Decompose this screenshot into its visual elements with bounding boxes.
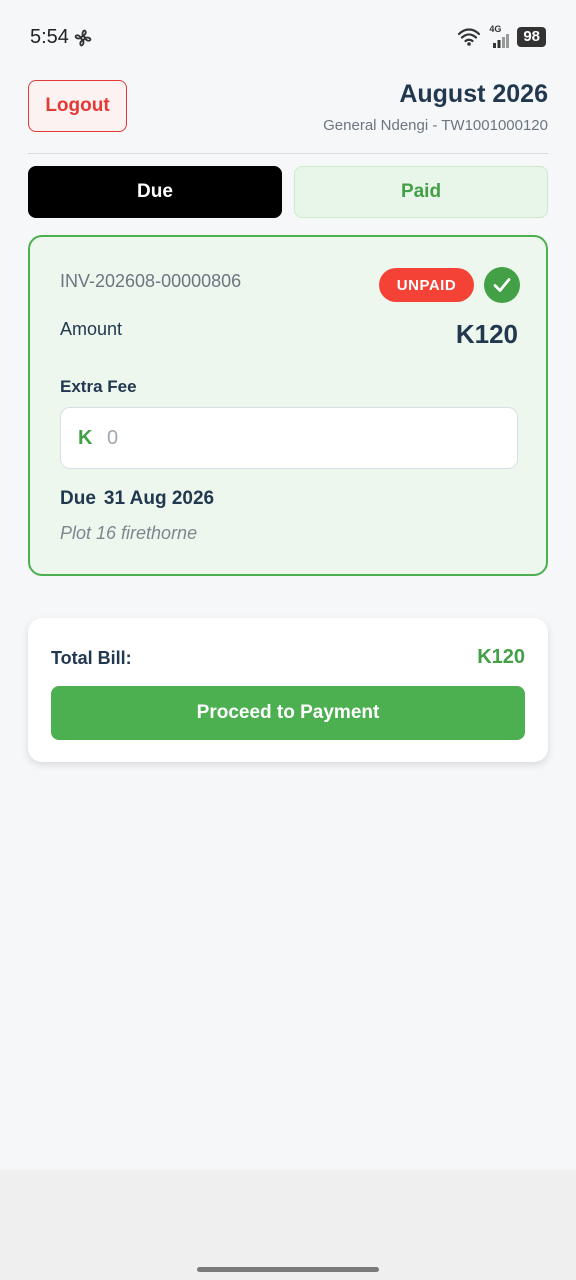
cell-signal-icon: 4G	[489, 24, 510, 48]
system-navigation-bar	[0, 1170, 576, 1280]
currency-prefix: K	[78, 427, 93, 449]
checkmark-icon[interactable]	[484, 267, 520, 303]
status-time: 5:54	[30, 26, 69, 48]
extra-fee-field[interactable]: K	[60, 407, 518, 469]
account-subtitle: General Ndengi - TW1001000120	[323, 117, 548, 134]
total-bill-card: Total Bill: K120 Proceed to Payment	[28, 618, 548, 762]
page-title: August 2026	[399, 80, 548, 108]
total-bill-value: K120	[477, 646, 525, 668]
invoice-id: INV-202608-00000806	[60, 271, 242, 291]
tab-paid[interactable]: Paid	[294, 166, 548, 218]
plot-address: Plot 16 firethorne	[60, 523, 198, 543]
due-label: Due	[60, 488, 96, 509]
fan-icon	[74, 29, 92, 47]
due-date-row: Due 31 Aug 2026	[60, 488, 214, 510]
logout-button[interactable]: Logout	[28, 80, 127, 132]
amount-value: K120	[455, 319, 518, 349]
total-bill-label: Total Bill:	[51, 648, 132, 668]
invoice-card[interactable]: INV-202608-00000806 UNPAID Amount K120 E…	[28, 235, 548, 576]
amount-label: Amount	[60, 319, 123, 339]
extra-fee-label: Extra Fee	[60, 377, 137, 396]
battery-icon: 98	[517, 27, 546, 47]
proceed-to-payment-button[interactable]: Proceed to Payment	[51, 686, 525, 740]
wifi-icon	[458, 28, 481, 46]
header-divider	[28, 153, 548, 154]
tab-due[interactable]: Due	[28, 166, 282, 218]
status-bar: 5:54 4G 98	[0, 0, 576, 72]
home-indicator[interactable]	[197, 1267, 379, 1272]
due-date: 31 Aug 2026	[103, 488, 215, 509]
status-badge: UNPAID	[379, 268, 474, 302]
extra-fee-input[interactable]	[107, 420, 497, 456]
